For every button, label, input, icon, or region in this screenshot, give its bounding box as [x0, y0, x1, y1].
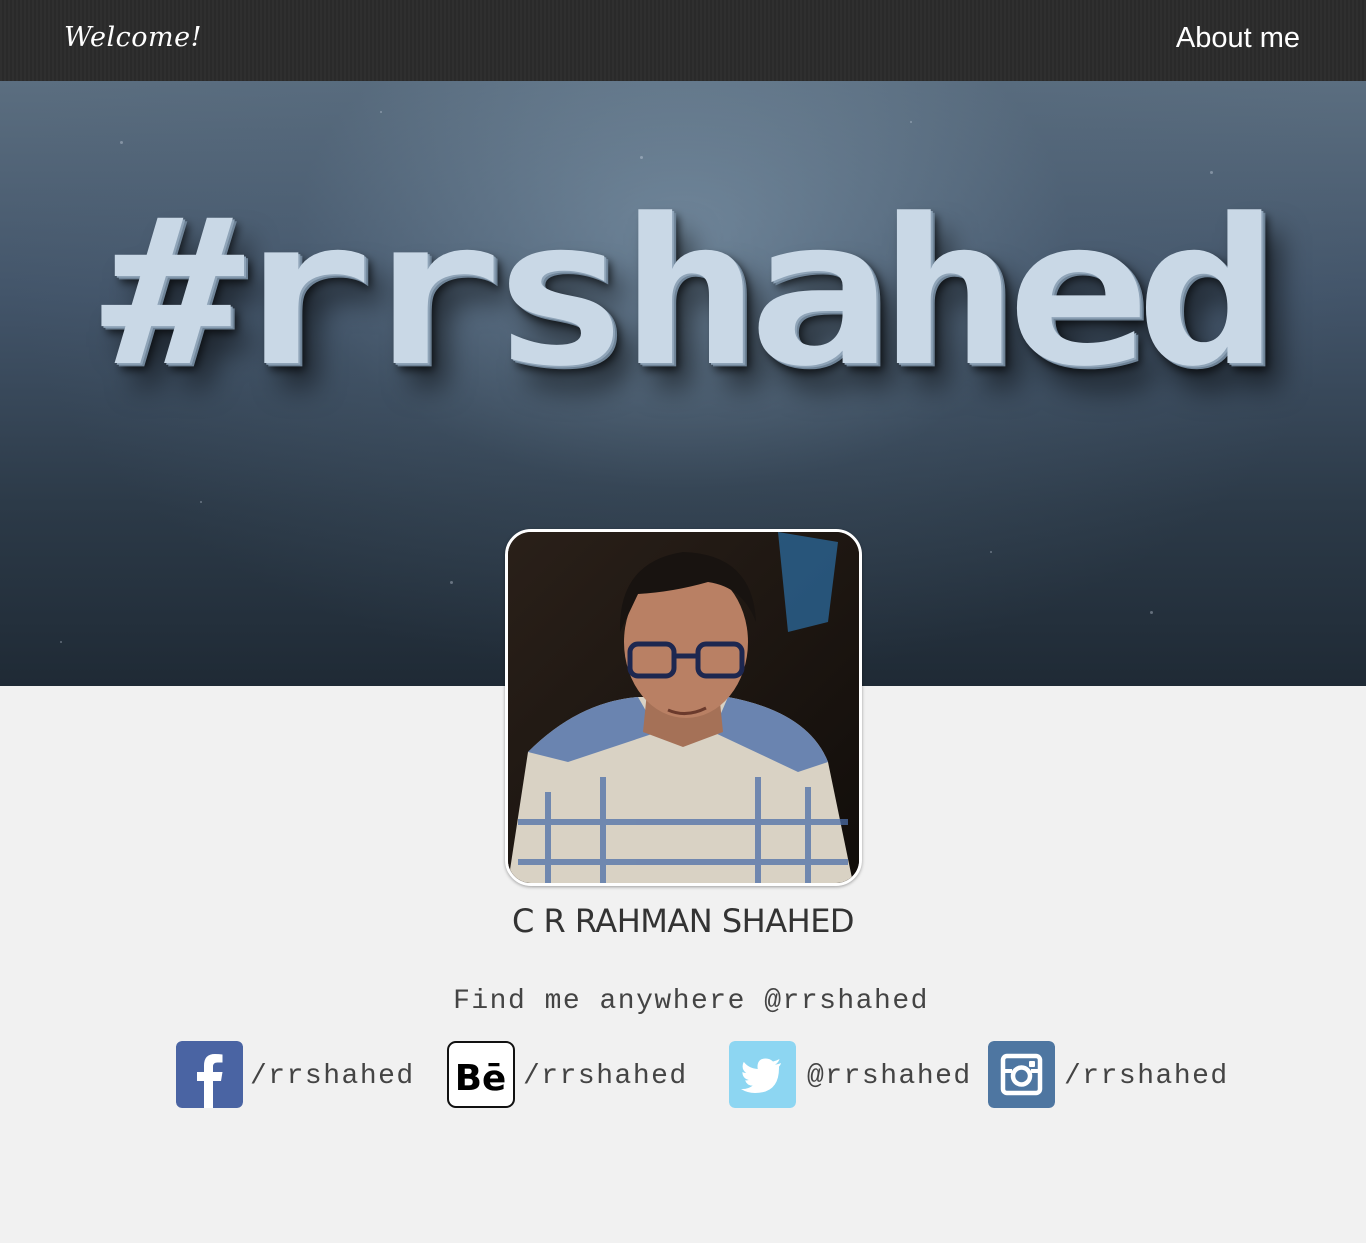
facebook-icon — [176, 1041, 243, 1108]
twitter-icon — [729, 1041, 796, 1108]
twitter-handle: @rrshahed — [807, 1061, 972, 1092]
behance-handle: /rrshahed — [523, 1061, 688, 1092]
instagram-handle: /rrshahed — [1064, 1061, 1229, 1092]
instagram-link[interactable]: /rrshahed — [988, 1041, 1238, 1108]
facebook-link[interactable]: /rrshahed — [176, 1041, 426, 1108]
portrait-image — [508, 532, 859, 883]
hero-title: #rrshahed — [101, 176, 1279, 412]
top-navbar: Welcome! About me — [0, 0, 1366, 81]
svg-text:Bē: Bē — [455, 1058, 506, 1099]
twitter-link[interactable]: @rrshahed — [729, 1041, 979, 1108]
facebook-handle: /rrshahed — [250, 1061, 415, 1092]
behance-link[interactable]: Bē /rrshahed — [447, 1041, 707, 1108]
nav-welcome-link[interactable]: Welcome! — [64, 22, 202, 53]
nav-about-me-link[interactable]: About me — [1176, 22, 1300, 55]
profile-name: C R RAHMAN SHAHED — [511, 902, 855, 940]
profile-photo — [505, 529, 862, 886]
behance-icon: Bē — [447, 1041, 515, 1108]
find-me-tagline: Find me anywhere @rrshahed — [453, 986, 929, 1017]
instagram-icon — [988, 1041, 1055, 1108]
